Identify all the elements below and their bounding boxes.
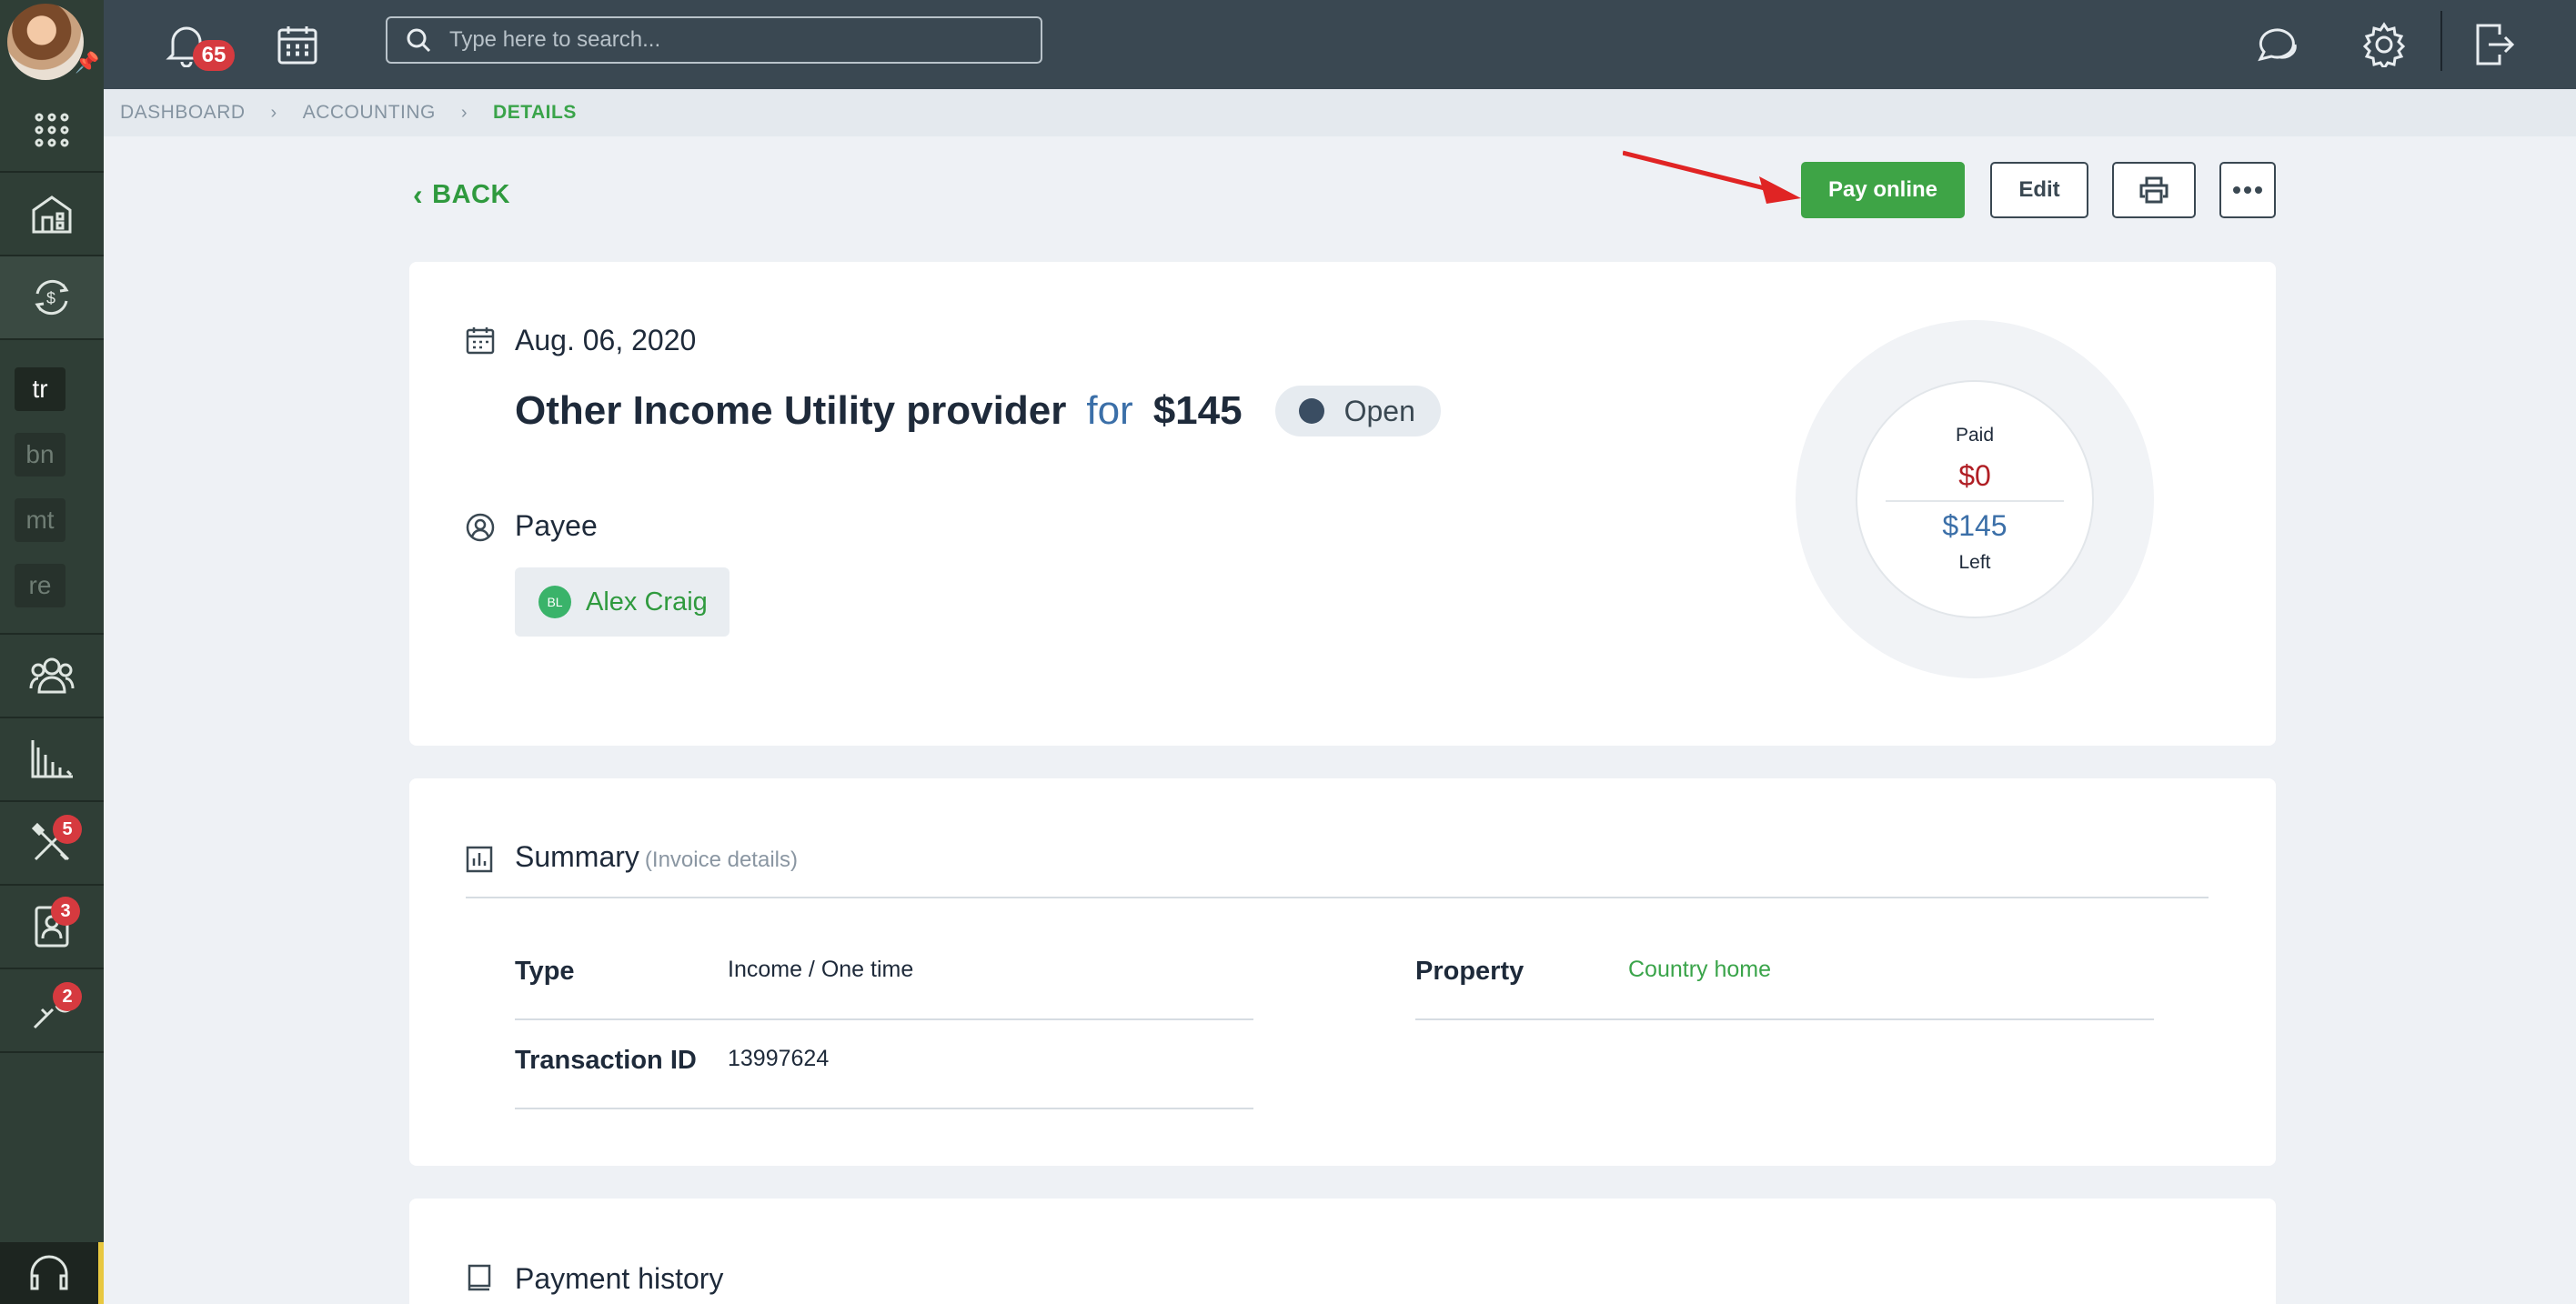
divider: [515, 1108, 1253, 1109]
accounting-icon[interactable]: $: [0, 256, 104, 338]
chart-icon: [466, 846, 493, 873]
maintenance-icon[interactable]: [0, 969, 104, 1051]
tag-re[interactable]: re: [15, 564, 65, 607]
more-options-button[interactable]: [2219, 162, 2276, 218]
donut-center: Paid $0 $145 Left: [1856, 380, 2094, 618]
summary-heading: Summary: [515, 840, 639, 873]
chevron-left-icon: ‹: [413, 178, 424, 211]
payee-avatar: BL: [538, 586, 571, 618]
for-label: for: [1086, 388, 1133, 433]
tools-icon[interactable]: [0, 802, 104, 884]
left-label: Left: [1958, 552, 1991, 573]
payment-progress-donut: Paid $0 $145 Left: [1796, 320, 2154, 678]
status-dot: [1298, 398, 1324, 424]
notification-badge: 65: [193, 40, 235, 71]
paid-value: $0: [1886, 459, 2064, 502]
search-bar[interactable]: [386, 16, 1042, 64]
property-label: Property: [1415, 957, 1524, 986]
transaction-id-label: Transaction ID: [515, 1046, 697, 1075]
logout-icon[interactable]: [2467, 16, 2523, 73]
transaction-amount: $145: [1152, 388, 1243, 433]
print-button[interactable]: [2112, 162, 2196, 218]
payment-history-card: Payment history: [409, 1199, 2276, 1304]
transaction-title: Other Income Utility provider for $145 O…: [515, 386, 1441, 436]
type-label: Type: [515, 957, 575, 986]
summary-title: Summary (Invoice details): [515, 840, 798, 874]
properties-icon[interactable]: [0, 173, 104, 255]
status-label: Open: [1343, 394, 1415, 427]
pin-icon[interactable]: 📌: [75, 53, 99, 73]
topbar-divider: [2440, 11, 2442, 71]
transaction-id-value: 13997624: [728, 1046, 830, 1071]
payee-name[interactable]: Alex Craig: [586, 587, 708, 617]
people-icon[interactable]: [0, 635, 104, 717]
breadcrumb: DASHBOARD › ACCOUNTING › DETAILS: [104, 89, 2576, 136]
breadcrumb-details: DETAILS: [493, 102, 577, 123]
sidebar: 📌 $ tr bn mt re 5 3 2: [0, 0, 104, 1304]
tools-badge: 5: [53, 815, 82, 844]
calendar-icon: [466, 327, 495, 355]
support-headset-icon[interactable]: [0, 1242, 104, 1304]
tag-bn[interactable]: bn: [15, 433, 65, 476]
divider: [1415, 1018, 2154, 1020]
book-icon: [468, 1264, 491, 1291]
property-link[interactable]: Country home: [1628, 957, 1771, 983]
breadcrumb-accounting[interactable]: ACCOUNTING: [303, 102, 436, 124]
back-link[interactable]: ‹ BACK: [413, 178, 510, 212]
payee-label: Payee: [515, 509, 598, 542]
edit-button[interactable]: Edit: [1990, 162, 2088, 218]
search-input[interactable]: [449, 27, 995, 53]
calendar-icon[interactable]: [269, 16, 326, 73]
top-bar: 65: [104, 0, 2576, 89]
chat-icon[interactable]: [2248, 16, 2304, 73]
user-avatar[interactable]: [7, 4, 84, 80]
payment-history-title: Payment history: [515, 1262, 724, 1295]
transaction-description: Other Income Utility provider: [515, 388, 1067, 433]
type-value: Income / One time: [728, 957, 914, 982]
transaction-date: Aug. 06, 2020: [515, 324, 697, 356]
tag-tr[interactable]: tr: [15, 367, 65, 411]
user-circle-icon: [466, 513, 495, 542]
gear-icon[interactable]: [2356, 16, 2412, 73]
apps-grid-icon[interactable]: [0, 89, 104, 171]
search-icon: [407, 28, 431, 53]
back-label: BACK: [432, 180, 510, 209]
ellipsis-icon: [2233, 186, 2262, 194]
breadcrumb-dashboard[interactable]: DASHBOARD: [120, 102, 246, 124]
divider: [466, 897, 2209, 898]
total-value: $145: [1942, 509, 2007, 542]
paid-label: Paid: [1955, 425, 1995, 446]
maintenance-badge: 2: [53, 982, 82, 1011]
status-badge: Open: [1274, 386, 1441, 436]
contacts-icon[interactable]: [0, 886, 104, 968]
transaction-card: Aug. 06, 2020 Other Income Utility provi…: [409, 262, 2276, 746]
pay-online-button[interactable]: Pay online: [1801, 162, 1965, 218]
breadcrumb-separator: ›: [460, 102, 468, 123]
divider: [515, 1018, 1253, 1020]
payee-chip[interactable]: BL Alex Craig: [515, 567, 730, 637]
breadcrumb-separator: ›: [270, 102, 277, 123]
svg-text:$: $: [46, 289, 55, 307]
summary-subtitle: (Invoice details): [644, 848, 798, 872]
summary-card: Summary (Invoice details) Type Income / O…: [409, 778, 2276, 1166]
contacts-badge: 3: [51, 897, 80, 926]
reports-icon[interactable]: [0, 718, 104, 800]
tag-mt[interactable]: mt: [15, 498, 65, 542]
annotation-arrow: [1623, 150, 1801, 204]
printer-icon: [2139, 176, 2168, 204]
